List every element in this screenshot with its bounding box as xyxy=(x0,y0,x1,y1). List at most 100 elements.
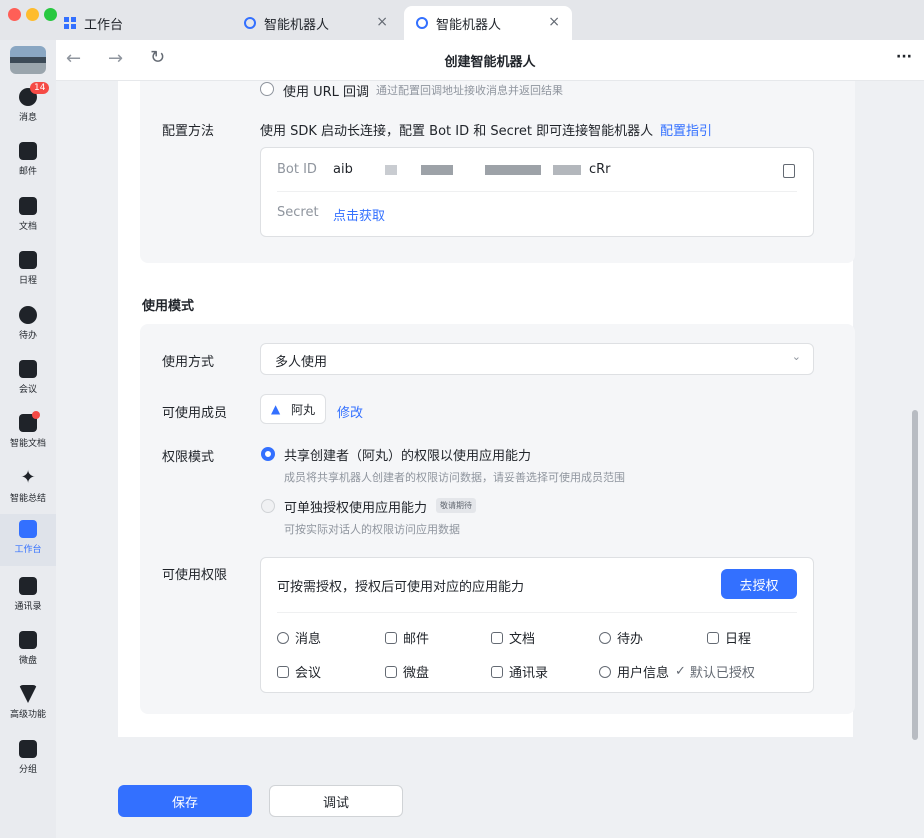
sidebar-item-label: 智能总结 xyxy=(9,494,46,504)
document-icon xyxy=(19,197,37,215)
sidebar-item-label: 分组 xyxy=(18,765,37,775)
sidebar-item-contacts[interactable]: 通讯录 xyxy=(0,577,56,612)
permission-mode-label: 权限模式 xyxy=(162,450,215,465)
robot-icon xyxy=(244,17,256,29)
robot-icon xyxy=(416,17,428,29)
debug-button[interactable]: 调试 xyxy=(269,785,403,817)
individual-permission-description: 可按实际对话人的权限访问应用数据 xyxy=(284,523,460,536)
usage-method-select[interactable]: 多人使用 ⌄ xyxy=(260,343,814,375)
chat-icon xyxy=(277,631,289,644)
masked-bot-id xyxy=(553,165,581,175)
sidebar-item-label: 高级功能 xyxy=(9,710,46,720)
usage-mode-title: 使用模式 xyxy=(142,299,195,314)
bot-id-prefix: aib xyxy=(333,162,353,177)
bot-id-label: Bot ID xyxy=(277,162,317,177)
org-chart-icon xyxy=(491,665,503,678)
url-callback-description: 通过配置回调地址接收消息并返回结果 xyxy=(376,84,563,97)
shared-permission-label: 共享创建者（阿丸）的权限以使用应用能力 xyxy=(284,449,532,464)
scrollbar[interactable] xyxy=(912,410,918,740)
config-method-label: 配置方法 xyxy=(162,124,215,139)
permission-item-contacts: 通讯录 xyxy=(491,662,548,681)
calendar-icon xyxy=(19,251,37,269)
member-chip[interactable]: ▲ 阿丸 xyxy=(260,394,326,424)
page-title: 创建智能机器人 xyxy=(444,55,536,70)
maximize-window-button[interactable] xyxy=(44,8,57,21)
edit-members-link[interactable]: 修改 xyxy=(337,402,363,421)
sidebar-item-calendar[interactable]: 日程 xyxy=(0,251,56,286)
more-menu-icon[interactable]: ··· xyxy=(896,49,912,65)
masked-bot-id xyxy=(485,165,541,175)
tab-robot-1[interactable]: 智能机器人 × xyxy=(232,6,400,40)
permission-item-messages: 消息 xyxy=(277,628,321,647)
sidebar-item-todo[interactable]: 待办 xyxy=(0,306,56,341)
config-section: 使用 URL 回调 通过配置回调地址接收消息并返回结果 配置方法 使用 SDK … xyxy=(140,81,855,263)
sidebar-item-advanced[interactable]: 高级功能 xyxy=(0,685,56,720)
url-callback-radio[interactable] xyxy=(260,82,274,96)
copy-icon[interactable] xyxy=(783,164,795,178)
sidebar-item-meeting[interactable]: 会议 xyxy=(0,360,56,395)
config-method-text: 使用 SDK 启动长连接，配置 Bot ID 和 Secret 即可连接智能机器… xyxy=(260,124,654,139)
minimize-window-button[interactable] xyxy=(26,8,39,21)
org-chart-icon xyxy=(19,577,37,595)
chevron-down-icon: ⌄ xyxy=(791,350,801,363)
check-icon: ✓ xyxy=(675,664,686,679)
permission-item-todo: 待办 xyxy=(599,628,643,647)
message-badge: 14 xyxy=(30,82,50,94)
drive-icon xyxy=(385,665,397,678)
mail-icon xyxy=(385,631,397,644)
permission-item-calendar: 日程 xyxy=(707,628,751,647)
sidebar-item-mail[interactable]: 邮件 xyxy=(0,142,56,177)
shared-permission-radio[interactable] xyxy=(261,447,275,461)
permissions-box: 可按需授权，授权后可使用对应的应用能力 去授权 消息 邮件 文档 待办 日程 会… xyxy=(260,557,814,693)
tab-robot-2[interactable]: 智能机器人 × xyxy=(404,6,572,40)
permission-item-meeting: 会议 xyxy=(277,662,321,681)
tab-label: 智能机器人 xyxy=(264,17,330,33)
config-guide-link[interactable]: 配置指引 xyxy=(660,120,712,139)
sidebar-item-smart-summary[interactable]: ✦ 智能总结 xyxy=(0,469,56,505)
sidebar-item-smart-docs[interactable]: 智能文档 xyxy=(0,411,56,449)
user-icon: ▲ xyxy=(271,402,281,416)
permission-item-mail: 邮件 xyxy=(385,628,429,647)
close-icon[interactable]: × xyxy=(548,14,560,30)
sidebar-item-group[interactable]: 分组 xyxy=(0,740,56,775)
sidebar-item-messages[interactable]: 14 消息 xyxy=(0,82,56,123)
credentials-box: Bot ID aib cRr Secret 点击获取 xyxy=(260,147,814,237)
sidebar-item-docs[interactable]: 文档 xyxy=(0,197,56,232)
check-circle-icon xyxy=(599,631,611,644)
sidebar-item-label: 智能文档 xyxy=(9,439,46,449)
close-icon[interactable]: × xyxy=(376,14,388,30)
individual-permission-label: 可单独授权使用应用能力 xyxy=(284,501,428,516)
sidebar-item-label: 日程 xyxy=(18,276,37,286)
grid-icon xyxy=(19,520,37,538)
footer-bar: 保存 调试 xyxy=(56,766,924,838)
permission-item-docs: 文档 xyxy=(491,628,535,647)
permission-item-user-info: 用户信息 ✓ 默认已授权 xyxy=(599,662,755,681)
permissions-description: 可按需授权，授权后可使用对应的应用能力 xyxy=(277,580,525,595)
avatar[interactable] xyxy=(10,46,46,74)
sidebar-item-workbench[interactable]: 工作台 xyxy=(0,514,56,566)
tab-workbench[interactable]: 工作台 xyxy=(64,6,224,40)
individual-permission-radio xyxy=(261,499,275,513)
drive-icon xyxy=(19,631,37,649)
grid-icon xyxy=(64,17,76,29)
sidebar-item-label: 消息 xyxy=(18,113,37,123)
check-circle-icon xyxy=(19,306,37,324)
document-icon xyxy=(491,631,503,644)
sidebar: 14 消息 邮件 文档 日程 待办 会议 智能文档 ✦ 智能总结 工作台 通讯录… xyxy=(0,40,56,838)
mail-icon xyxy=(19,142,37,160)
default-authorized-text: 默认已授权 xyxy=(689,666,755,681)
close-window-button[interactable] xyxy=(8,8,21,21)
authorize-button[interactable]: 去授权 xyxy=(721,569,797,599)
form-card: 使用 URL 回调 通过配置回调地址接收消息并返回结果 配置方法 使用 SDK … xyxy=(118,81,855,737)
sidebar-item-label: 工作台 xyxy=(14,545,42,555)
secret-label: Secret xyxy=(277,205,319,220)
sidebar-item-drive[interactable]: 微盘 xyxy=(0,631,56,666)
save-button[interactable]: 保存 xyxy=(118,785,252,817)
tab-label: 工作台 xyxy=(84,17,124,33)
get-secret-link[interactable]: 点击获取 xyxy=(333,205,385,224)
sidebar-item-label: 邮件 xyxy=(18,167,37,177)
sidebar-item-label: 文档 xyxy=(18,222,37,232)
sidebar-item-label: 微盘 xyxy=(18,656,37,666)
members-label: 可使用成员 xyxy=(162,406,228,421)
masked-bot-id xyxy=(385,165,397,175)
